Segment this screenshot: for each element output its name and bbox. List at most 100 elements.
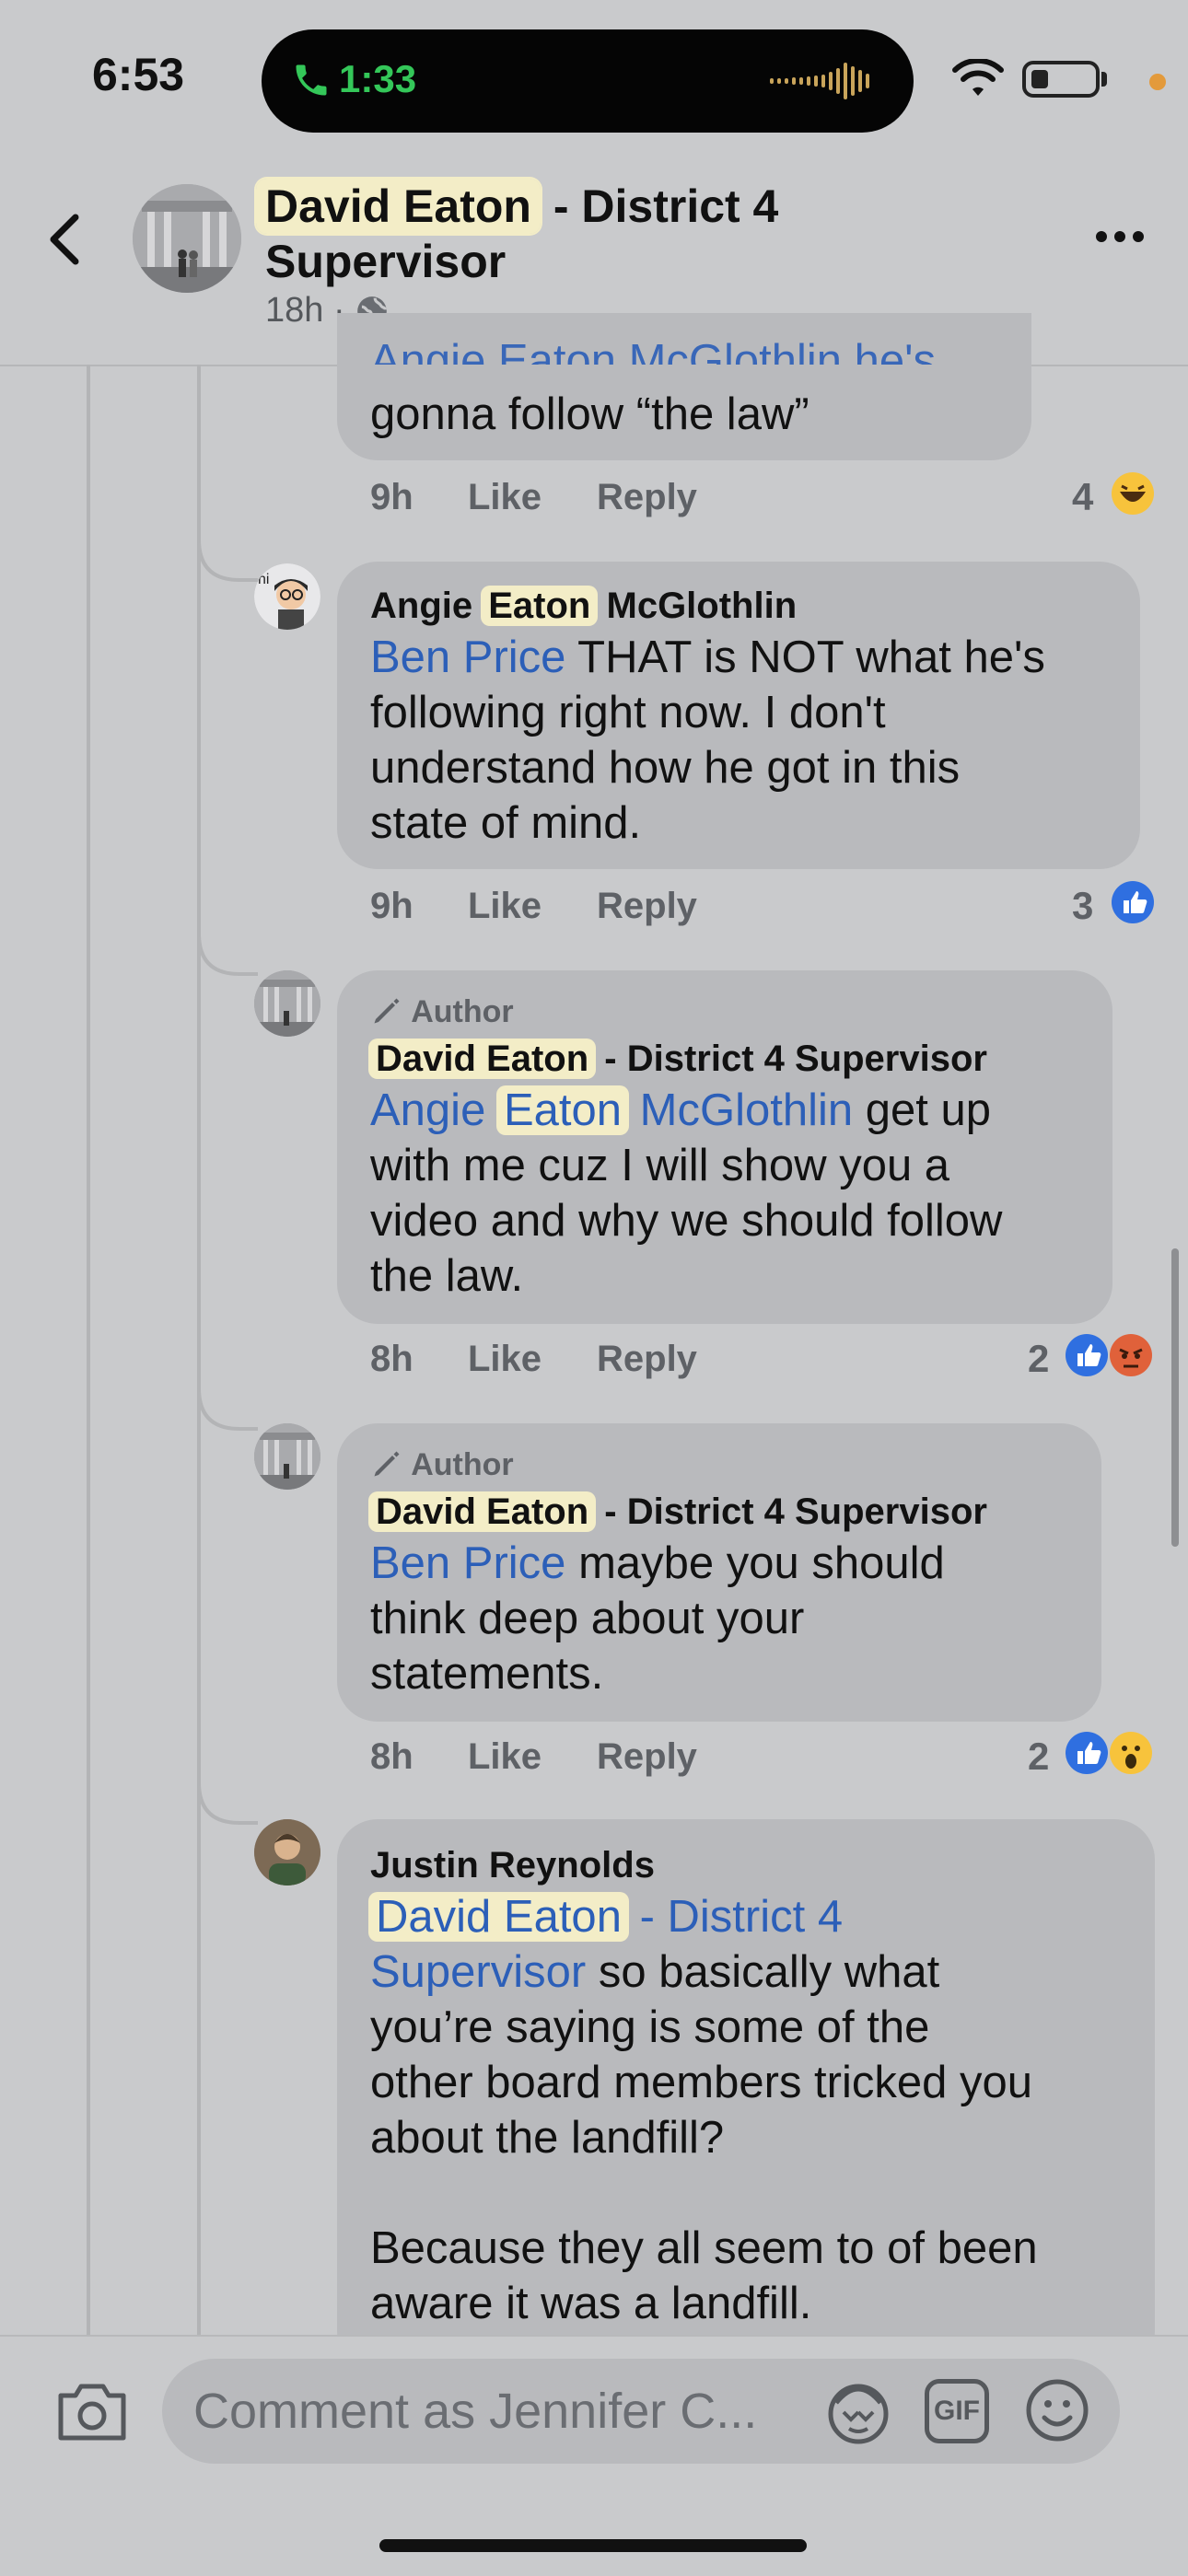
search-highlight: David Eaton	[368, 1892, 629, 1942]
name-part: - District 4 Supervisor	[604, 1491, 987, 1532]
reaction-count[interactable]: 3	[1072, 884, 1093, 928]
comment-text: gonna follow “the law”	[370, 389, 809, 439]
camera-icon[interactable]	[55, 2379, 129, 2443]
comment-text: Ben Price maybe you should	[370, 1536, 945, 1591]
commenter-avatar[interactable]	[254, 1423, 320, 1490]
emoji-icon[interactable]	[1024, 2377, 1090, 2443]
privacy-indicator-dot	[1149, 74, 1166, 90]
name-part: McGlothlin	[606, 586, 798, 626]
like-button[interactable]: Like	[468, 1339, 542, 1380]
wow-reaction-icon	[1110, 1732, 1152, 1774]
reaction-count[interactable]: 2	[1028, 1735, 1049, 1779]
call-duration: 1:33	[339, 57, 417, 100]
reaction-count[interactable]: 4	[1072, 475, 1093, 519]
comment-text-line: think deep about your	[370, 1594, 805, 1643]
reply-button[interactable]: Reply	[597, 1339, 697, 1380]
comment-time: 9h	[370, 886, 413, 926]
like-button[interactable]: Like	[468, 886, 542, 927]
commenter-avatar[interactable]	[254, 970, 320, 1037]
gif-button[interactable]: GIF	[925, 2379, 989, 2443]
name-part: Angie	[370, 586, 473, 626]
angry-reaction-icon	[1110, 1334, 1152, 1376]
mention-link[interactable]: David Eaton - District 4	[368, 1889, 844, 1944]
building-photo-icon	[254, 970, 320, 1037]
reaction-count[interactable]: 2	[1028, 1337, 1049, 1381]
comment-text-line: video and why we should follow	[370, 1196, 1003, 1246]
commenter-avatar[interactable]	[254, 1819, 320, 1886]
author-label: Author	[411, 994, 514, 1029]
like-reaction-icon	[1066, 1732, 1108, 1774]
comment-time: 9h	[370, 477, 413, 517]
page-title-line2[interactable]: Supervisor	[265, 232, 506, 291]
person-photo-icon	[254, 1819, 320, 1886]
comment-text-line: other board members tricked you	[370, 2058, 1032, 2107]
name-part: - District 4 Supervisor	[604, 1039, 987, 1079]
comment-text-line: understand how he got in this	[370, 743, 961, 793]
wifi-icon	[952, 59, 1004, 96]
comment-text-line: about the landfill?	[370, 2113, 725, 2163]
like-button[interactable]: Like	[468, 477, 542, 518]
reply-button[interactable]: Reply	[597, 477, 697, 518]
comment-text-line: get up	[865, 1085, 991, 1135]
search-highlight: Eaton	[495, 1085, 630, 1135]
author-badge: Author	[370, 994, 514, 1030]
comment-text: Ben Price THAT is NOT what he's	[370, 630, 1045, 685]
pencil-icon	[374, 1451, 400, 1477]
commenter-avatar[interactable]: hi	[254, 563, 320, 630]
commenter-name[interactable]: Justin Reynolds	[370, 1845, 655, 1886]
scrollbar[interactable]	[1171, 1248, 1179, 1547]
search-highlight: David Eaton	[256, 179, 541, 234]
commenter-name[interactable]: David Eaton - District 4 Supervisor	[368, 1039, 987, 1080]
post-time: 18h ·	[265, 291, 345, 330]
mention-link[interactable]: Supervisor	[370, 1947, 586, 1997]
like-button[interactable]: Like	[468, 1736, 542, 1778]
commenter-name[interactable]: David Eaton - District 4 Supervisor	[368, 1491, 987, 1533]
mention-link[interactable]: Angie Eaton McGlothlin	[370, 1085, 853, 1135]
comment-text-line: you’re saying is some of the	[370, 2002, 930, 2052]
comment-text-line: statements.	[370, 1649, 604, 1699]
comment-text-line: Because they all seem to of been	[370, 2223, 1038, 2273]
comment-time: 8h	[370, 1736, 413, 1777]
page-avatar[interactable]	[133, 184, 241, 293]
mention-part: Angie	[370, 1085, 486, 1135]
cartoon-avatar-icon: hi	[254, 563, 320, 630]
mention-link[interactable]: Ben Price	[370, 632, 565, 682]
comment-text-line: maybe you should	[578, 1538, 945, 1588]
mention-part: - District 4	[639, 1892, 844, 1942]
phone-icon	[296, 64, 327, 96]
pencil-icon	[374, 998, 400, 1024]
comment-input-placeholder: Comment as Jennifer C...	[193, 2384, 758, 2439]
search-highlight: David Eaton	[368, 1491, 597, 1532]
more-options-icon[interactable]	[1094, 226, 1146, 247]
comment-text-line: THAT is NOT what he's	[577, 632, 1045, 682]
comment-text: Angie Eaton McGlothlin get up	[370, 1083, 991, 1138]
home-indicator[interactable]	[379, 2539, 807, 2552]
thread-connectors	[197, 539, 258, 1825]
back-chevron-icon[interactable]	[46, 212, 83, 267]
commenter-name[interactable]: Angie Eaton McGlothlin	[370, 586, 797, 627]
comment-text-line: aware it was a landfill.	[370, 2279, 812, 2328]
battery-nub	[1101, 72, 1107, 87]
comment-text-line: the law.	[370, 1251, 524, 1301]
search-highlight: David Eaton	[368, 1039, 597, 1079]
comment-time: 8h	[370, 1339, 413, 1379]
battery-level	[1031, 70, 1048, 88]
search-highlight: Eaton	[481, 586, 599, 626]
audio-waveform-icon	[770, 63, 869, 99]
like-reaction-icon	[1066, 1334, 1108, 1376]
like-reaction-icon	[1112, 881, 1154, 923]
comment-text-line: following right now. I don't	[370, 688, 886, 737]
building-photo-icon	[133, 184, 241, 293]
status-time: 6:53	[92, 49, 185, 100]
page-title[interactable]: David Eaton - District 4	[256, 177, 778, 236]
comment-text-line: state of mind.	[370, 798, 642, 848]
building-photo-icon	[254, 1423, 320, 1490]
mention-part: McGlothlin	[639, 1085, 854, 1135]
thread-line-outer	[87, 365, 90, 2335]
reply-button[interactable]: Reply	[597, 886, 697, 927]
reply-button[interactable]: Reply	[597, 1736, 697, 1778]
author-badge: Author	[370, 1447, 514, 1483]
page-title-rest: - District 4	[553, 180, 779, 232]
avatar-sticker-icon[interactable]	[823, 2377, 893, 2447]
mention-link[interactable]: Ben Price	[370, 1538, 565, 1588]
